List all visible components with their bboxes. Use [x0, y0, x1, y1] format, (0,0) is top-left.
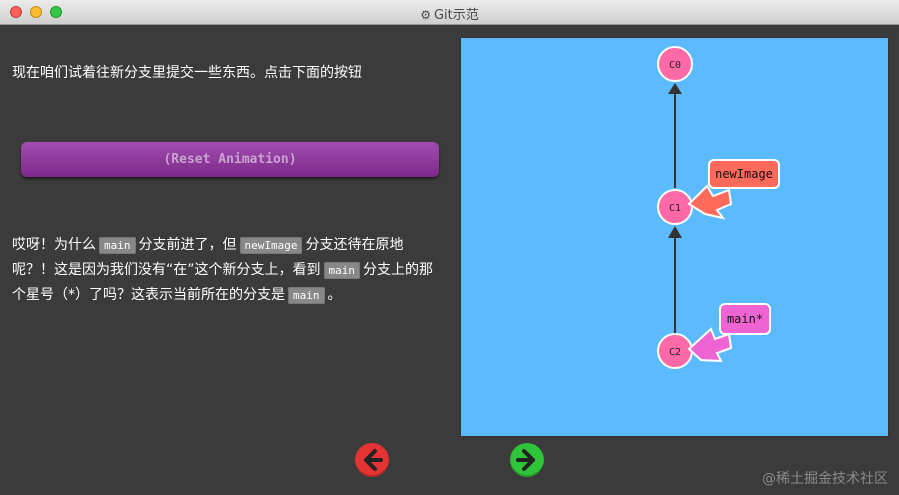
inline-code-main: main	[323, 262, 361, 279]
window-title: Git示范	[433, 8, 479, 23]
commit-label: C0	[669, 60, 681, 71]
edge-arrowhead	[668, 226, 682, 238]
commit-node-c2[interactable]: C2	[657, 333, 693, 369]
arrow-left-icon	[364, 449, 383, 471]
intro-text: 现在咱们试着往新分支里提交一些东西。点击下面的按钮	[12, 65, 362, 81]
commit-node-c1[interactable]: C1	[657, 189, 693, 225]
text-segment: 分支前进了，但	[138, 237, 237, 253]
gear-icon: ⚙	[420, 8, 431, 22]
window-titlebar: ⚙ Git示范	[0, 0, 899, 25]
watermark: @稀土掘金技术社区	[762, 471, 888, 487]
window-title-wrap: ⚙ Git示范	[0, 4, 899, 23]
reset-animation-button[interactable]: (Reset Animation)	[21, 142, 439, 177]
edge-arrowhead	[668, 83, 682, 94]
next-step-button[interactable]	[510, 443, 544, 477]
branch-tag-main[interactable]: main*	[687, 303, 771, 363]
inline-code-newimage: newImage	[239, 237, 303, 254]
branch-label: newImage	[715, 167, 773, 181]
branch-tag-newimage[interactable]: newImage	[687, 159, 780, 220]
inline-code-main: main	[99, 237, 136, 254]
explanation-text: 哎呀！为什么 main 分支前进了，但 newImage 分支还待在原地呢？！这是因为我…	[12, 233, 442, 308]
git-visualization: C0 C1 C2 newImage main*	[461, 38, 888, 436]
arrow-right-icon	[516, 449, 535, 471]
text-segment: 。	[327, 287, 342, 303]
commit-node-c0[interactable]: C0	[657, 46, 693, 82]
branch-label: main*	[727, 312, 763, 326]
commit-label: C1	[669, 203, 681, 214]
commit-graph: C0 C1 C2 newImage main*	[657, 46, 780, 369]
text-segment: 哎呀！为什么	[12, 237, 96, 253]
previous-step-button[interactable]	[355, 443, 389, 477]
inline-code-main: main	[288, 287, 325, 304]
commit-label: C2	[669, 347, 681, 358]
instruction-panel: 现在咱们试着往新分支里提交一些东西。点击下面的按钮 (Reset Animati…	[0, 25, 455, 495]
